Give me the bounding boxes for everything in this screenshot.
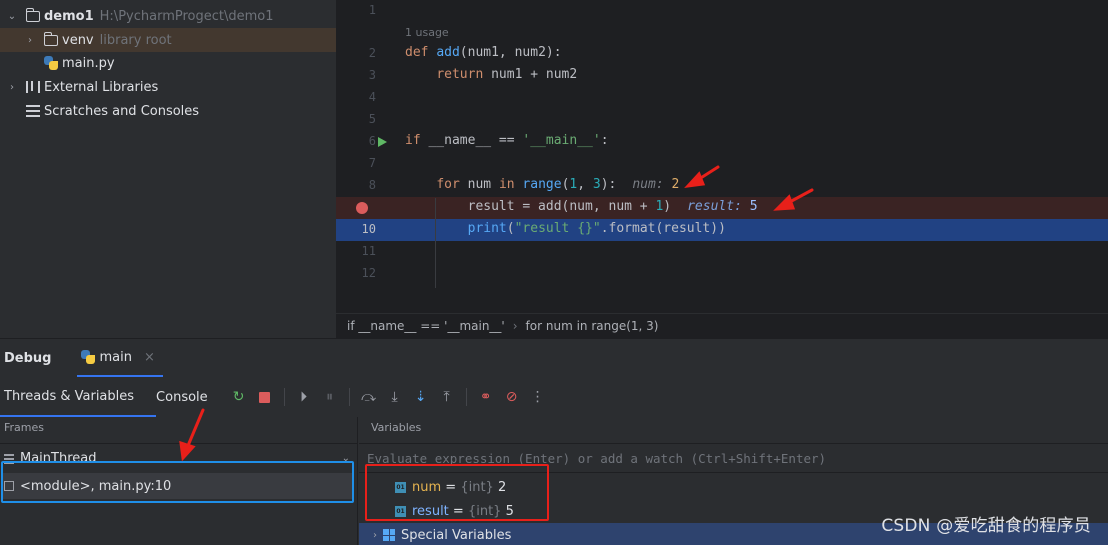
tab-main-label: main [99, 349, 132, 365]
toolbar-separator [465, 388, 467, 406]
folder-icon [26, 7, 40, 22]
code-line-6: 6 if __name__ == '__main__': [336, 131, 1108, 153]
line-number: 8 [368, 178, 376, 192]
tree-item-external-libraries[interactable]: › External Libraries [0, 75, 336, 99]
step-over-icon[interactable]: ⤼ [356, 384, 382, 410]
debug-toolbar: Threads & Variables Console ↻ ⏵ ⏸ ⤼ ⤓ ⇣ … [0, 377, 1108, 417]
tree-item-venv[interactable]: › venv library root [0, 28, 336, 52]
project-tree: ⌄ demo1 H:\PycharmProgect\demo1 › venv l… [0, 0, 336, 338]
special-variables-icon [383, 529, 395, 541]
tab-threads-label: Threads & Variables [4, 388, 135, 404]
inline-value: 2 [671, 177, 680, 192]
view-breakpoints-icon[interactable]: ⚭ [473, 384, 499, 410]
code-line-4: 4 [336, 87, 1108, 109]
indent-guide [435, 198, 436, 288]
library-icon [26, 81, 40, 93]
code-line-2: 2 def add(num1, num2): [336, 43, 1108, 65]
code-text: print("result {}".format(result)) [467, 221, 726, 236]
breadcrumb-item[interactable]: if __name__ == '__main__' [347, 319, 505, 333]
code-line-11: 11 [336, 241, 1108, 263]
code-text: if __name__ == '__main__': [405, 133, 609, 148]
project-name: demo1 [44, 8, 94, 24]
code-text: def add(num1, num2): [405, 45, 562, 60]
step-out-icon[interactable]: ⤒ [434, 384, 460, 410]
scratches-icon [26, 105, 40, 117]
resume-icon[interactable]: ⏵ [291, 384, 317, 410]
external-libraries-label: External Libraries [44, 79, 159, 95]
breakpoint-icon[interactable] [356, 202, 368, 214]
chevron-right-icon[interactable]: › [24, 35, 36, 46]
python-file-icon [44, 56, 58, 70]
code-text: for num in range(1, 3): num: 2 [436, 177, 680, 192]
main-file-label: main.py [62, 55, 115, 71]
line-number: 3 [368, 68, 376, 82]
breadcrumb: if __name__ == '__main__' › for num in r… [336, 313, 1108, 338]
tab-console[interactable]: Console [156, 377, 212, 417]
more-icon[interactable]: ⋮ [525, 384, 551, 410]
special-variables-label: Special Variables [401, 527, 512, 543]
line-number: 5 [368, 112, 376, 126]
variables-title: Variables [371, 421, 422, 434]
stop-icon[interactable] [252, 384, 278, 410]
breadcrumb-item[interactable]: for num in range(1, 3) [526, 319, 659, 333]
inline-label: num: [632, 177, 664, 192]
usage-hint[interactable]: 1 usage [405, 26, 449, 39]
code-text: result = add(num, num + 1) result: 5 [405, 199, 758, 214]
step-into-icon[interactable]: ⤓ [382, 384, 408, 410]
line-number: 1 [368, 3, 376, 17]
code-line-8: 8 for num in range(1, 3): num: 2 [336, 175, 1108, 197]
tab-console-label: Console [156, 389, 208, 405]
line-number: 7 [368, 156, 376, 170]
frames-title: Frames [4, 421, 45, 434]
inline-value-result: result: 5 [687, 199, 757, 214]
project-path: H:\PycharmProgect\demo1 [99, 8, 274, 24]
line-number: 4 [368, 90, 376, 104]
code-text: return num1 + num2 [436, 67, 578, 82]
chevron-right-icon[interactable]: › [6, 82, 18, 93]
code-line-12: 12 [336, 263, 1108, 285]
line-number: 12 [361, 266, 376, 280]
close-icon[interactable]: × [144, 350, 155, 365]
python-icon [81, 350, 96, 364]
mute-breakpoints-icon[interactable]: ⊘ [499, 384, 525, 410]
line-number: 10 [361, 222, 376, 236]
chevron-right-icon: › [512, 319, 518, 333]
code-editor[interactable]: 1 usage 1 2 def add(num1, num2): 3 retur… [336, 0, 1108, 313]
code-line-10: 10 print("result {}".format(result)) [336, 219, 1108, 241]
inline-value-num: num: 2 [632, 177, 679, 192]
pause-icon[interactable]: ⏸ [317, 384, 343, 410]
toolbar-separator [283, 388, 285, 406]
line-number: 2 [368, 46, 376, 60]
inline-value: 5 [749, 199, 758, 214]
annotation-box-variables [365, 464, 549, 521]
code-line-5: 5 [336, 109, 1108, 131]
line-number: 11 [361, 244, 376, 258]
chevron-down-icon[interactable]: ⌄ [6, 11, 18, 22]
tree-item-demo1[interactable]: ⌄ demo1 H:\PycharmProgect\demo1 [0, 4, 336, 28]
annotation-box-frame [1, 461, 354, 503]
venv-note: library root [99, 32, 172, 48]
rerun-icon[interactable]: ↻ [226, 384, 252, 410]
venv-label: venv [62, 32, 94, 48]
debug-header: Debug main × [0, 339, 1108, 377]
scratches-label: Scratches and Consoles [44, 103, 200, 119]
line-number: 6 [368, 134, 376, 148]
code-line-9: 9 result = add(num, num + 1)result: 5 [336, 197, 1108, 219]
watermark: CSDN @爱吃甜食的程序员 [881, 516, 1091, 536]
tab-threads-variables[interactable]: Threads & Variables [0, 377, 157, 417]
inline-label: result: [687, 199, 742, 214]
step-into-my-code-icon[interactable]: ⇣ [408, 384, 434, 410]
tree-item-scratches[interactable]: Scratches and Consoles [0, 99, 336, 123]
folder-icon [44, 31, 58, 46]
tree-item-main-py[interactable]: main.py [0, 51, 336, 75]
code-line-3: 3 return num1 + num2 [336, 65, 1108, 87]
debug-title: Debug [4, 350, 52, 366]
toolbar-separator [348, 388, 350, 406]
tab-main[interactable]: main × [77, 339, 163, 377]
run-gutter-icon[interactable] [378, 137, 387, 147]
code-line-7: 7 [336, 153, 1108, 175]
code-line-1: 1 [336, 0, 1108, 22]
chevron-right-icon[interactable]: › [373, 530, 377, 541]
